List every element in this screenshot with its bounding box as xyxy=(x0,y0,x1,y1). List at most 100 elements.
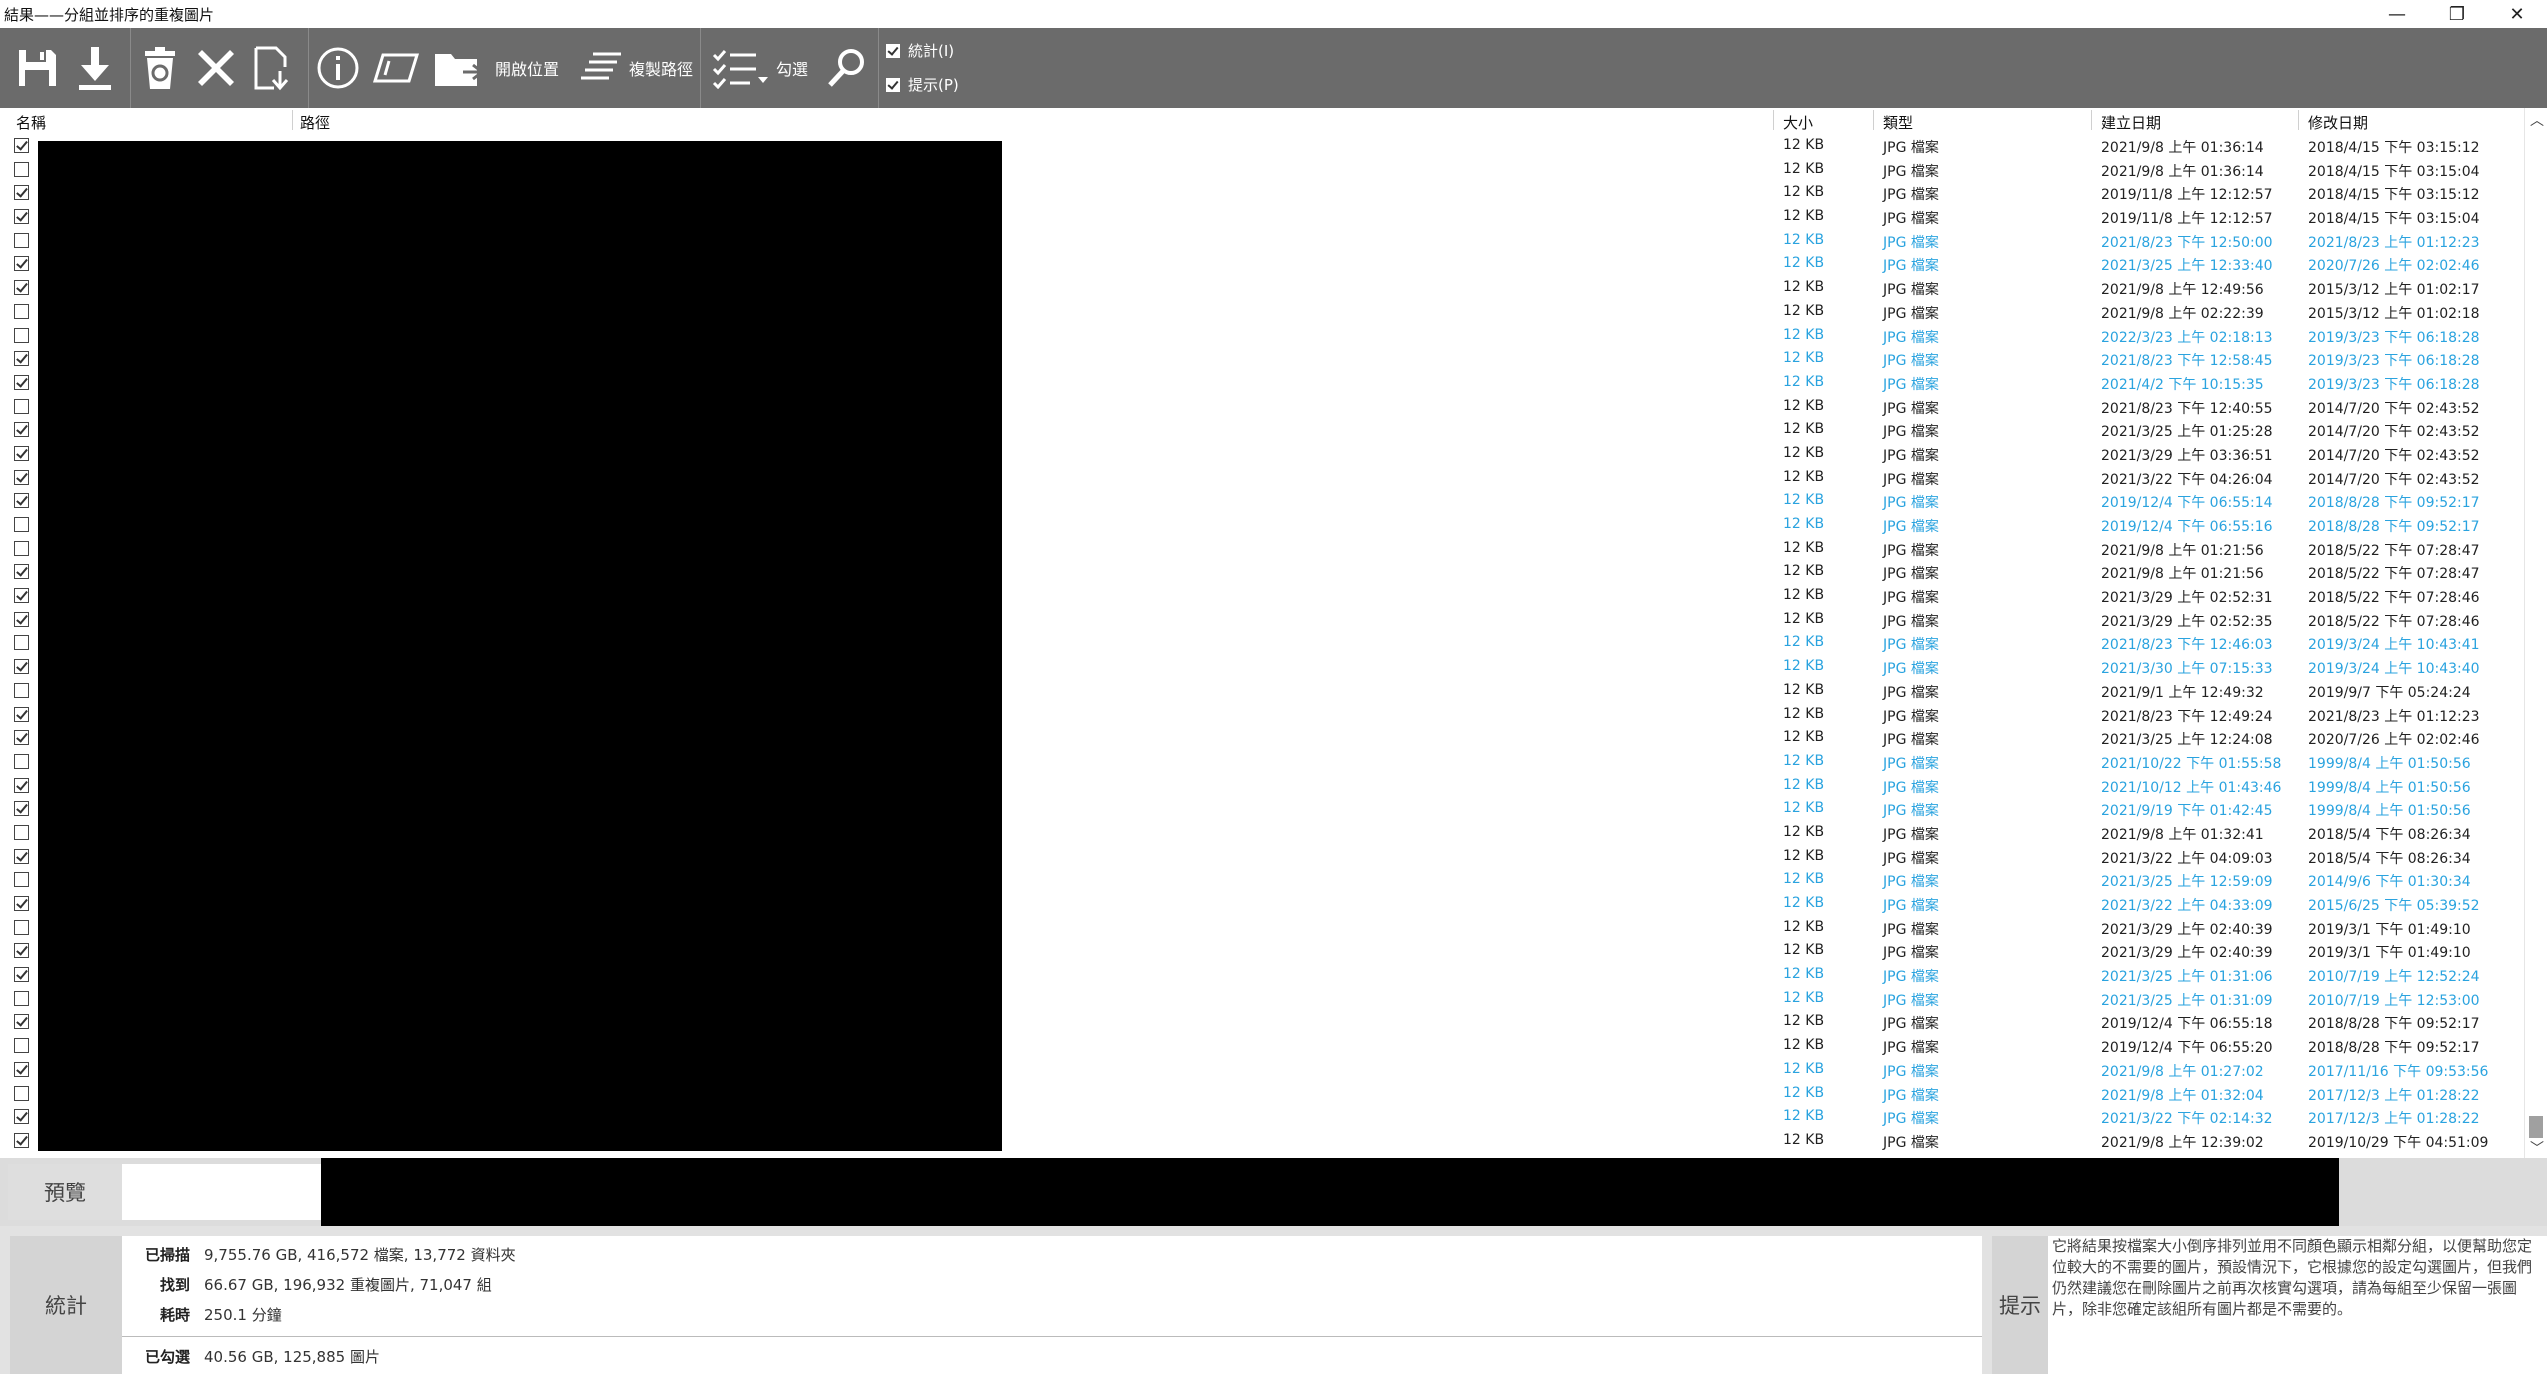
stats-toggle-checkbox[interactable] xyxy=(886,43,900,58)
row-checkbox[interactable] xyxy=(14,445,29,461)
row-checkbox[interactable] xyxy=(14,1014,29,1030)
row-checkbox[interactable] xyxy=(14,209,29,225)
scroll-down-icon[interactable]: ﹀ xyxy=(2530,1138,2544,1158)
hint-toggle[interactable]: 提示(P) xyxy=(886,74,959,95)
row-checkbox[interactable] xyxy=(14,801,29,817)
row-checkbox[interactable] xyxy=(14,824,29,840)
column-header-modified[interactable]: 修改日期 xyxy=(2308,112,2368,133)
row-checkbox[interactable] xyxy=(14,706,29,722)
row-checkbox[interactable] xyxy=(14,469,29,485)
row-modified: 1999/8/4 上午 01:50:56 xyxy=(2308,779,2471,796)
row-type: JPG 檔案 xyxy=(1883,305,1939,322)
column-divider[interactable] xyxy=(292,110,293,130)
column-header-name[interactable]: 名稱 xyxy=(16,112,46,133)
row-checkbox[interactable] xyxy=(14,303,29,319)
row-checkbox[interactable] xyxy=(14,682,29,698)
row-checkbox[interactable] xyxy=(14,635,29,651)
minimize-button[interactable]: — xyxy=(2367,0,2427,28)
row-type: JPG 檔案 xyxy=(1883,495,1939,512)
move-button[interactable] xyxy=(248,28,298,108)
delete-button[interactable] xyxy=(192,28,240,108)
maximize-button[interactable]: ❐ xyxy=(2427,0,2487,28)
row-checkbox[interactable] xyxy=(14,564,29,580)
row-checkbox[interactable] xyxy=(14,232,29,248)
row-created: 2021/9/8 上午 12:39:02 xyxy=(2101,1134,2264,1151)
row-modified: 2018/5/4 下午 08:26:34 xyxy=(2308,850,2471,867)
row-size: 12 KB xyxy=(1783,610,1825,627)
hint-toggle-checkbox[interactable] xyxy=(886,77,900,92)
row-size: 12 KB xyxy=(1783,705,1825,722)
column-divider[interactable] xyxy=(2298,110,2299,130)
row-checkbox[interactable] xyxy=(14,896,29,911)
row-checkbox[interactable] xyxy=(14,540,29,556)
row-checkbox[interactable] xyxy=(14,1132,29,1148)
open-location-button[interactable]: 開啟位置 xyxy=(430,28,562,108)
row-checkbox[interactable] xyxy=(14,659,29,675)
column-divider[interactable] xyxy=(1773,110,1774,130)
row-checkbox[interactable] xyxy=(14,777,29,793)
row-checkbox[interactable] xyxy=(14,256,29,272)
close-button[interactable]: ✕ xyxy=(2487,0,2547,28)
row-checkbox[interactable] xyxy=(14,588,29,604)
row-size: 12 KB xyxy=(1783,255,1825,272)
row-checkbox[interactable] xyxy=(14,1085,29,1101)
scroll-up-icon[interactable]: ︿ xyxy=(2530,110,2544,130)
row-checkbox[interactable] xyxy=(14,398,29,414)
row-size: 12 KB xyxy=(1783,516,1825,532)
row-created: 2021/9/8 上午 01:32:04 xyxy=(2101,1087,2264,1104)
toolbar: 開啟位置 複製路徑 勾選 統計(I) 提示(P) xyxy=(0,28,2547,108)
copy-path-icon xyxy=(580,52,621,80)
copy-path-button[interactable]: 複製路徑 xyxy=(578,28,694,108)
column-divider[interactable] xyxy=(1873,110,1874,130)
row-checkbox[interactable] xyxy=(14,351,29,367)
row-checkbox[interactable] xyxy=(14,990,29,1006)
row-checkbox[interactable] xyxy=(14,493,29,509)
row-checkbox[interactable] xyxy=(14,1061,29,1077)
check-menu-button[interactable]: 勾選 xyxy=(706,28,814,108)
row-checkbox[interactable] xyxy=(14,161,29,177)
row-checkbox[interactable] xyxy=(14,185,29,201)
export-button[interactable] xyxy=(72,28,118,108)
row-checkbox[interactable] xyxy=(14,611,29,627)
row-checkbox[interactable] xyxy=(14,872,29,888)
row-modified: 2017/11/16 下午 09:53:56 xyxy=(2308,1063,2489,1080)
open-location-label: 開啟位置 xyxy=(494,60,559,79)
search-button[interactable] xyxy=(820,28,872,108)
save-button[interactable] xyxy=(12,28,62,108)
scrollbar-thumb[interactable] xyxy=(2529,1116,2543,1138)
row-checkbox[interactable] xyxy=(14,943,29,959)
row-size: 12 KB xyxy=(1783,326,1825,343)
row-checkbox[interactable] xyxy=(14,280,29,296)
row-type: JPG 檔案 xyxy=(1883,258,1939,275)
column-header-type[interactable]: 類型 xyxy=(1883,112,1913,133)
row-checkbox[interactable] xyxy=(14,1109,29,1125)
vertical-scrollbar[interactable]: ︿ ﹀ xyxy=(2524,108,2547,1158)
rename-button[interactable] xyxy=(370,28,422,108)
column-header-created[interactable]: 建立日期 xyxy=(2101,112,2161,133)
stats-toggle[interactable]: 統計(I) xyxy=(886,40,954,61)
properties-button[interactable] xyxy=(314,28,362,108)
row-checkbox[interactable] xyxy=(14,848,29,864)
row-checkbox[interactable] xyxy=(14,327,29,343)
row-size: 12 KB xyxy=(1783,279,1825,296)
row-checkbox[interactable] xyxy=(14,138,29,153)
row-created: 2021/3/25 上午 01:25:28 xyxy=(2101,424,2273,441)
row-size: 12 KB xyxy=(1783,800,1825,817)
row-modified: 2018/5/22 下午 07:28:46 xyxy=(2308,613,2480,630)
row-modified: 2021/8/23 上午 01:12:23 xyxy=(2308,234,2480,251)
row-checkbox[interactable] xyxy=(14,374,29,390)
row-checkbox[interactable] xyxy=(14,919,29,935)
row-checkbox[interactable] xyxy=(14,730,29,746)
row-size: 12 KB xyxy=(1783,989,1825,1006)
row-checkbox[interactable] xyxy=(14,753,29,769)
row-checkbox[interactable] xyxy=(14,422,29,438)
row-checkbox[interactable] xyxy=(14,517,29,532)
row-size: 12 KB xyxy=(1783,871,1825,888)
row-checkbox[interactable] xyxy=(14,1038,29,1054)
column-header-path[interactable]: 路徑 xyxy=(300,112,330,133)
column-header-size[interactable]: 大小 xyxy=(1783,112,1813,133)
row-checkbox[interactable] xyxy=(14,967,29,983)
recycle-bin-button[interactable] xyxy=(136,28,184,108)
column-divider[interactable] xyxy=(2091,110,2092,130)
row-created: 2021/4/2 下午 10:15:35 xyxy=(2101,376,2264,393)
